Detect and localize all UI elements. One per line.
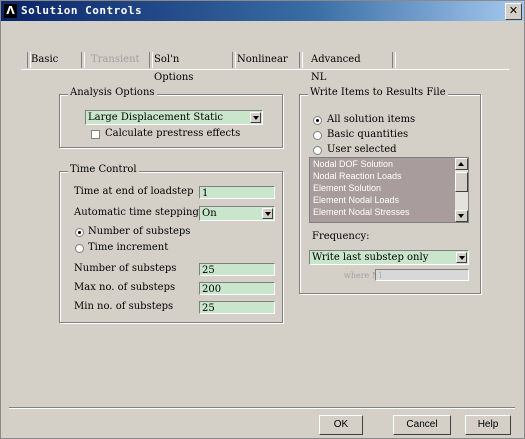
- cancel-button[interactable]: Cancel: [393, 415, 451, 435]
- scroll-up-icon[interactable]: [455, 158, 468, 170]
- ansys-logo-icon: Λ: [4, 4, 17, 18]
- substeps-input[interactable]: 25: [199, 263, 275, 276]
- close-icon[interactable]: ✕: [505, 3, 522, 20]
- analysis-type-value: Large Displacement Static: [88, 112, 223, 123]
- auto-stepping-select[interactable]: On: [199, 206, 275, 221]
- basic-quantities-radio[interactable]: [313, 131, 322, 140]
- min-substeps-label: Min no. of substeps: [74, 301, 174, 312]
- list-scrollbar[interactable]: [455, 158, 468, 222]
- scroll-down-icon[interactable]: [455, 210, 468, 222]
- bottom-divider: [9, 407, 515, 409]
- solution-controls-dialog: Λ Solution Controls ✕ Basic Transient So…: [0, 0, 525, 439]
- analysis-type-select[interactable]: Large Displacement Static: [85, 110, 263, 125]
- help-button[interactable]: Help: [465, 415, 511, 435]
- chevron-down-icon[interactable]: [456, 252, 467, 263]
- ok-button[interactable]: OK: [319, 415, 363, 435]
- tab-transient: Transient: [91, 54, 140, 65]
- results-items-listbox[interactable]: Nodal DOF Solution Nodal Reaction Loads …: [309, 157, 469, 223]
- where-n-input: 1: [375, 269, 469, 281]
- list-item[interactable]: Nodal Reaction Loads: [313, 171, 402, 181]
- time-end-input[interactable]: 1: [199, 186, 275, 199]
- tab-divider: [81, 52, 85, 68]
- tab-divider: [149, 52, 153, 68]
- tab-divider: [232, 52, 236, 68]
- tab-divider: [299, 52, 303, 68]
- basic-quantities-label: Basic quantities: [327, 129, 409, 140]
- tab-basic[interactable]: Basic: [31, 51, 58, 69]
- all-items-radio[interactable]: [313, 116, 322, 125]
- group-label: Time Control: [68, 164, 139, 175]
- min-substeps-input[interactable]: 25: [199, 301, 275, 314]
- auto-stepping-label: Automatic time stepping: [74, 207, 199, 218]
- list-item[interactable]: Nodal DOF Solution: [313, 159, 393, 169]
- substeps-radio[interactable]: [75, 228, 84, 237]
- time-increment-radio-label: Time increment: [88, 242, 169, 253]
- user-selected-radio[interactable]: [313, 146, 322, 155]
- scroll-thumb[interactable]: [455, 172, 468, 192]
- chevron-down-icon[interactable]: [250, 112, 261, 123]
- frequency-label: Frequency:: [312, 231, 370, 242]
- prestress-checkbox[interactable]: [91, 130, 100, 139]
- substeps-radio-label: Number of substeps: [88, 226, 191, 237]
- prestress-label: Calculate prestress effects: [105, 128, 241, 139]
- frequency-value: Write last substep only: [312, 252, 429, 263]
- auto-stepping-value: On: [202, 208, 217, 219]
- time-end-label: Time at end of loadstep: [74, 186, 194, 197]
- title-bar[interactable]: Λ Solution Controls ✕: [1, 1, 524, 21]
- max-substeps-input[interactable]: 200: [199, 282, 275, 295]
- frequency-select[interactable]: Write last substep only: [309, 250, 469, 265]
- tab-divider: [392, 52, 396, 68]
- group-label: Write Items to Results File: [308, 87, 448, 98]
- max-substeps-label: Max no. of substeps: [74, 282, 176, 293]
- list-item[interactable]: Element Nodal Loads: [313, 195, 399, 205]
- tab-advanced-nl[interactable]: Advanced NL: [311, 51, 361, 83]
- window-title: Solution Controls: [21, 4, 143, 17]
- all-items-label: All solution items: [327, 114, 416, 125]
- time-increment-radio[interactable]: [75, 244, 84, 253]
- list-item[interactable]: Element Nodal Stresses: [313, 207, 410, 217]
- substeps-label: Number of substeps: [74, 263, 177, 274]
- tab-nonlinear[interactable]: Nonlinear: [237, 51, 288, 69]
- tab-soln-options[interactable]: Sol'n Options: [154, 51, 193, 83]
- chevron-down-icon[interactable]: [262, 208, 273, 219]
- list-item[interactable]: Element Solution: [313, 183, 381, 193]
- user-selected-label: User selected: [327, 144, 397, 155]
- group-label: Analysis Options: [68, 87, 157, 98]
